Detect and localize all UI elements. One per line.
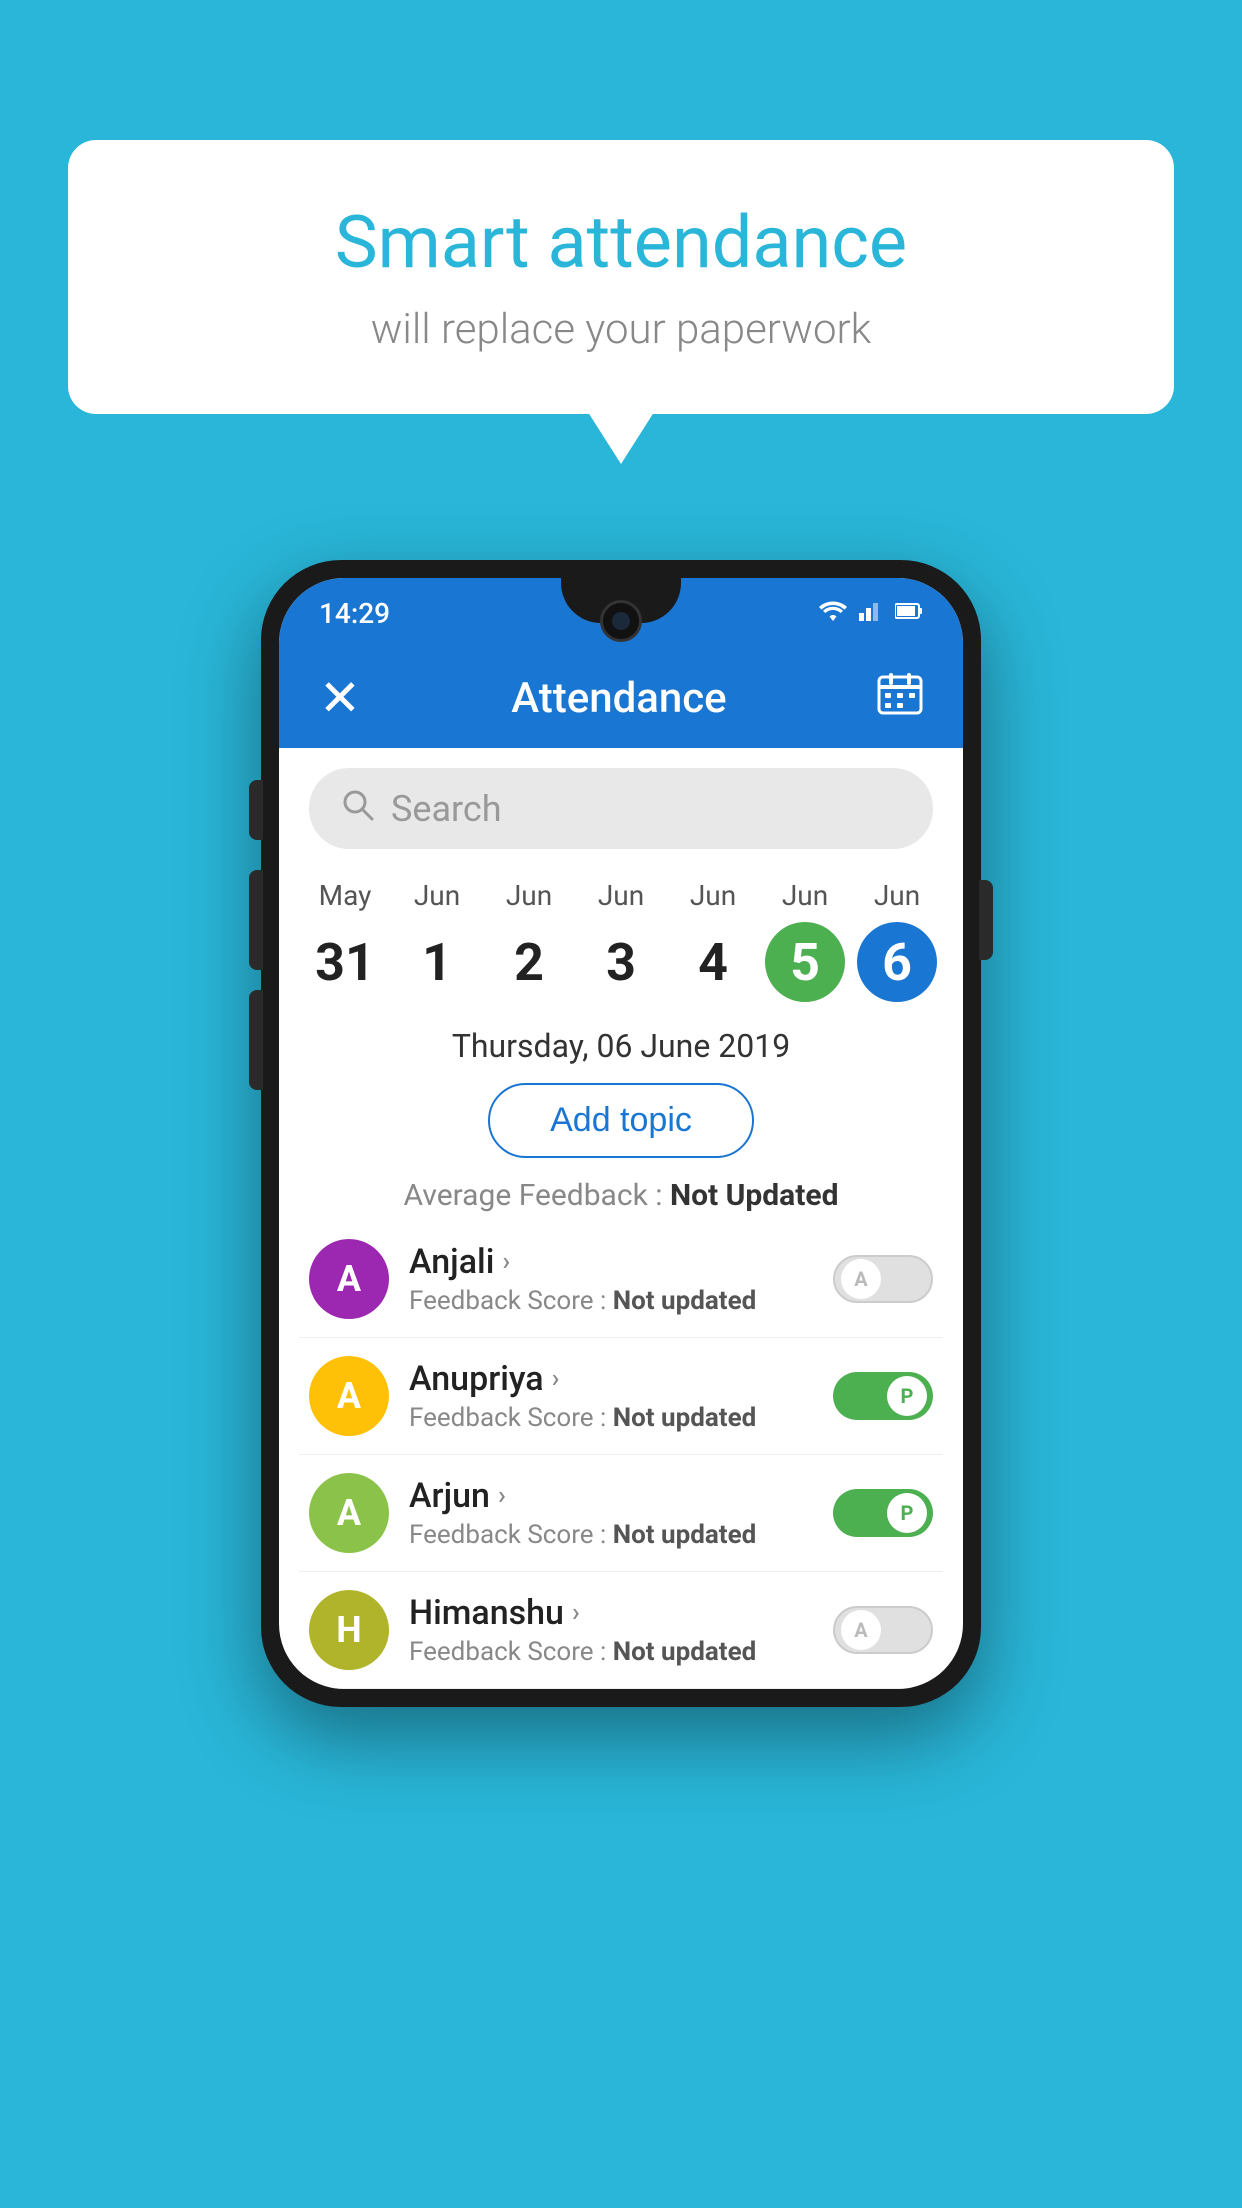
volume-up-button (249, 780, 263, 840)
day-number[interactable]: 3 (581, 922, 661, 1002)
front-camera (600, 600, 642, 642)
add-topic-button[interactable]: Add topic (488, 1083, 754, 1158)
calendar-date-col[interactable]: Jun 4 (667, 879, 759, 1002)
student-name: Anjali › (409, 1242, 813, 1282)
chevron-right-icon: › (552, 1364, 560, 1394)
status-icons (819, 599, 923, 627)
calendar-date-col[interactable]: Jun 6 (851, 879, 943, 1002)
student-feedback-value: Not updated (613, 1286, 757, 1316)
month-label: Jun (414, 879, 460, 912)
toggle-knob: A (841, 1610, 881, 1650)
student-feedback-label: Feedback Score : Not updated (409, 1520, 813, 1550)
student-feedback-value: Not updated (613, 1403, 757, 1433)
calendar-date-col[interactable]: May 31 (299, 879, 391, 1002)
calendar-strip: May 31 Jun 1 Jun 2 Jun 3 Jun 4 Jun 5 Jun 6 (279, 869, 963, 1012)
calendar-date-col[interactable]: Jun 5 (759, 879, 851, 1002)
student-feedback-value: Not updated (613, 1637, 757, 1667)
month-label: May (319, 879, 372, 912)
speech-bubble-container: Smart attendance will replace your paper… (68, 140, 1174, 414)
toggle-knob: P (887, 1376, 927, 1416)
student-feedback-value: Not updated (613, 1520, 757, 1550)
chevron-right-icon: › (502, 1247, 510, 1277)
app-bar: ✕ Attendance (279, 648, 963, 748)
student-feedback-label: Feedback Score : Not updated (409, 1637, 813, 1667)
selected-date-label: Thursday, 06 June 2019 (279, 1012, 963, 1075)
chevron-right-icon: › (498, 1481, 506, 1511)
bubble-title: Smart attendance (148, 200, 1094, 285)
student-avatar: H (309, 1590, 389, 1670)
wifi-icon (819, 599, 847, 627)
student-item[interactable]: H Himanshu › Feedback Score : Not updated A (299, 1572, 943, 1689)
status-time: 14:29 (319, 597, 390, 630)
student-feedback-label: Feedback Score : Not updated (409, 1403, 813, 1433)
student-item[interactable]: A Arjun › Feedback Score : Not updated P (299, 1455, 943, 1572)
signal-icon (859, 599, 883, 627)
day-number[interactable]: 5 (765, 922, 845, 1002)
calendar-date-col[interactable]: Jun 2 (483, 879, 575, 1002)
app-bar-title: Attendance (511, 674, 726, 723)
month-label: Jun (874, 879, 920, 912)
toggle-knob: A (841, 1259, 881, 1299)
student-avatar: A (309, 1473, 389, 1553)
chevron-right-icon: › (572, 1598, 580, 1628)
average-feedback: Average Feedback : Not Updated (279, 1166, 963, 1221)
silent-button (249, 990, 263, 1090)
phone-outer: 14:29 (261, 560, 981, 1707)
battery-icon (895, 601, 923, 626)
toggle-knob: P (887, 1493, 927, 1533)
student-name: Anupriya › (409, 1359, 813, 1399)
attendance-toggle[interactable]: P (833, 1489, 933, 1537)
student-name: Himanshu › (409, 1593, 813, 1633)
month-label: Jun (506, 879, 552, 912)
close-icon[interactable]: ✕ (319, 669, 361, 728)
student-feedback-label: Feedback Score : Not updated (409, 1286, 813, 1316)
student-item[interactable]: A Anupriya › Feedback Score : Not updated P (299, 1338, 943, 1455)
student-list: AAnjali ›Feedback Score : Not updatedAAA… (279, 1221, 963, 1689)
day-number[interactable]: 1 (397, 922, 477, 1002)
attendance-toggle[interactable]: P (833, 1372, 933, 1420)
student-avatar: A (309, 1356, 389, 1436)
power-button (979, 880, 993, 960)
month-label: Jun (690, 879, 736, 912)
attendance-toggle[interactable]: A (833, 1606, 933, 1654)
avg-feedback-label: Average Feedback : (404, 1178, 670, 1213)
speech-bubble: Smart attendance will replace your paper… (68, 140, 1174, 414)
month-label: Jun (598, 879, 644, 912)
day-number[interactable]: 6 (857, 922, 937, 1002)
search-input-placeholder: Search (391, 788, 502, 830)
volume-down-button (249, 870, 263, 970)
student-info: Anupriya › Feedback Score : Not updated (409, 1359, 813, 1433)
bubble-subtitle: will replace your paperwork (148, 305, 1094, 354)
search-icon (339, 786, 375, 831)
month-label: Jun (782, 879, 828, 912)
attendance-toggle[interactable]: A (833, 1255, 933, 1303)
day-number[interactable]: 4 (673, 922, 753, 1002)
avg-feedback-value: Not Updated (670, 1178, 839, 1213)
phone-screen: 14:29 (279, 578, 963, 1689)
student-item[interactable]: A Anjali › Feedback Score : Not updated A (299, 1221, 943, 1338)
student-info: Arjun › Feedback Score : Not updated (409, 1476, 813, 1550)
calendar-date-col[interactable]: Jun 3 (575, 879, 667, 1002)
student-avatar: A (309, 1239, 389, 1319)
student-info: Himanshu › Feedback Score : Not updated (409, 1593, 813, 1667)
calendar-icon[interactable] (877, 671, 923, 726)
phone-mockup: 14:29 (261, 560, 981, 1707)
day-number[interactable]: 2 (489, 922, 569, 1002)
day-number[interactable]: 31 (305, 922, 385, 1002)
search-bar[interactable]: Search (309, 768, 933, 849)
calendar-date-col[interactable]: Jun 1 (391, 879, 483, 1002)
student-name: Arjun › (409, 1476, 813, 1516)
student-info: Anjali › Feedback Score : Not updated (409, 1242, 813, 1316)
